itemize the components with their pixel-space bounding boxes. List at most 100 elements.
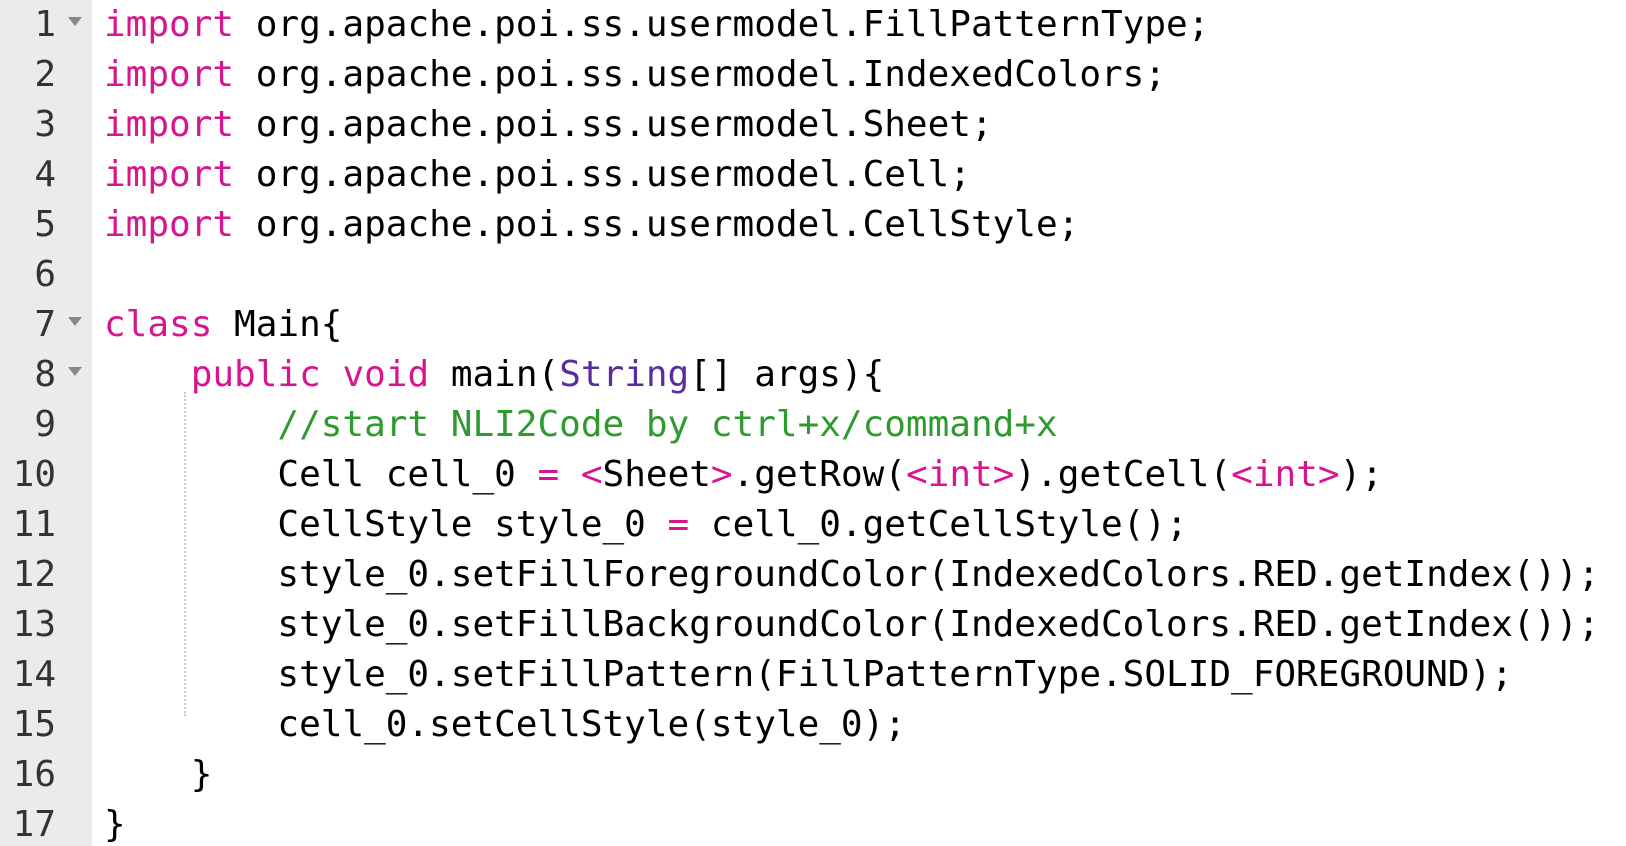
code-keyword: import	[104, 104, 235, 145]
line-number: 15	[12, 704, 56, 745]
fold-arrow-icon[interactable]	[68, 317, 82, 326]
code-text: .getRow(	[732, 454, 906, 495]
line-number: 16	[12, 754, 56, 795]
code-line[interactable]: style_0.setFillPattern(FillPatternType.S…	[104, 650, 1626, 700]
code-text: );	[1339, 454, 1383, 495]
line-number: 10	[12, 454, 56, 495]
code-text: style_0.setFillForegroundColor(IndexedCo…	[277, 554, 1600, 595]
code-keyword: import	[104, 54, 235, 95]
gutter-row: 6	[0, 250, 92, 300]
gutter-row: 1	[0, 0, 92, 50]
code-text: style_0.setFillBackgroundColor(IndexedCo…	[277, 604, 1600, 645]
gutter-row: 8	[0, 350, 92, 400]
code-comment: //start NLI2Code by ctrl+x/command+x	[277, 404, 1058, 445]
line-number: 11	[12, 504, 56, 545]
code-keyword: import	[104, 4, 235, 45]
code-keyword: import	[104, 154, 235, 195]
code-type: String	[559, 354, 690, 395]
code-operator: >	[1317, 454, 1340, 495]
code-line[interactable]: import org.apache.poi.ss.usermodel.Sheet…	[104, 100, 1626, 150]
code-text: Cell cell_0	[277, 454, 538, 495]
code-line[interactable]: import org.apache.poi.ss.usermodel.Cell;	[104, 150, 1626, 200]
gutter-row: 7	[0, 300, 92, 350]
code-text: org.apache.poi.ss.usermodel.CellStyle;	[234, 204, 1080, 245]
code-line[interactable]: import org.apache.poi.ss.usermodel.Index…	[104, 50, 1626, 100]
code-keyword: public	[190, 354, 321, 395]
gutter-row: 14	[0, 650, 92, 700]
code-line[interactable]: }	[104, 800, 1626, 846]
line-number: 2	[34, 54, 56, 95]
code-operator: <	[1231, 454, 1253, 495]
code-editor[interactable]: 1 2 3 4 5 6 7 8 9 10 11 12 13 14 15 16 17 import org.apa…	[0, 0, 1626, 846]
gutter-row: 11	[0, 500, 92, 550]
line-number: 13	[12, 604, 56, 645]
line-number: 1	[34, 4, 56, 45]
code-text: }	[190, 754, 213, 795]
code-text: cell_0.getCellStyle();	[689, 504, 1188, 545]
code-operator: =	[667, 504, 690, 545]
code-keyword: class	[104, 304, 213, 345]
line-number-gutter: 1 2 3 4 5 6 7 8 9 10 11 12 13 14 15 16 17	[0, 0, 92, 846]
gutter-row: 17	[0, 800, 92, 846]
line-number: 9	[34, 404, 56, 445]
line-number: 7	[34, 304, 56, 345]
code-operator: =	[537, 454, 560, 495]
fold-arrow-icon[interactable]	[68, 17, 82, 26]
gutter-row: 16	[0, 750, 92, 800]
code-line[interactable]: public void main(String[] args){	[104, 350, 1626, 400]
code-text-area[interactable]: import org.apache.poi.ss.usermodel.FillP…	[92, 0, 1626, 846]
gutter-row: 3	[0, 100, 92, 150]
gutter-row: 15	[0, 700, 92, 750]
gutter-row: 5	[0, 200, 92, 250]
gutter-row: 2	[0, 50, 92, 100]
gutter-row: 4	[0, 150, 92, 200]
line-number: 4	[34, 154, 56, 195]
gutter-row: 12	[0, 550, 92, 600]
code-keyword: import	[104, 204, 235, 245]
code-text: org.apache.poi.ss.usermodel.Sheet;	[234, 104, 993, 145]
code-line[interactable]: style_0.setFillBackgroundColor(IndexedCo…	[104, 600, 1626, 650]
code-line[interactable]: import org.apache.poi.ss.usermodel.CellS…	[104, 200, 1626, 250]
code-line[interactable]	[104, 250, 1626, 300]
code-line[interactable]: CellStyle style_0 = cell_0.getCellStyle(…	[104, 500, 1626, 550]
code-keyword: int	[927, 454, 993, 495]
code-keyword: int	[1252, 454, 1318, 495]
gutter-row: 10	[0, 450, 92, 500]
code-line[interactable]: //start NLI2Code by ctrl+x/command+x	[104, 400, 1626, 450]
code-operator: <	[580, 454, 603, 495]
line-number: 3	[34, 104, 56, 145]
code-line[interactable]: Cell cell_0 = <Sheet>.getRow(<int>).getC…	[104, 450, 1626, 500]
code-line[interactable]: }	[104, 750, 1626, 800]
code-keyword: void	[342, 354, 430, 395]
code-line[interactable]: cell_0.setCellStyle(style_0);	[104, 700, 1626, 750]
code-line[interactable]: import org.apache.poi.ss.usermodel.FillP…	[104, 0, 1626, 50]
code-text: main(	[429, 354, 560, 395]
code-text: [] args){	[689, 354, 885, 395]
code-text: style_0.setFillPattern(FillPatternType.S…	[277, 654, 1513, 695]
line-number: 17	[12, 804, 56, 845]
gutter-row: 13	[0, 600, 92, 650]
line-number: 6	[34, 254, 56, 295]
code-text: }	[104, 804, 126, 845]
line-number: 12	[12, 554, 56, 595]
code-line[interactable]: class Main{	[104, 300, 1626, 350]
code-operator: >	[992, 454, 1015, 495]
line-number: 5	[34, 204, 56, 245]
code-operator: <	[906, 454, 928, 495]
fold-arrow-icon[interactable]	[68, 367, 82, 376]
gutter-row: 9	[0, 400, 92, 450]
line-number: 8	[34, 354, 56, 395]
code-text: ).getCell(	[1014, 454, 1232, 495]
code-line[interactable]: style_0.setFillForegroundColor(IndexedCo…	[104, 550, 1626, 600]
